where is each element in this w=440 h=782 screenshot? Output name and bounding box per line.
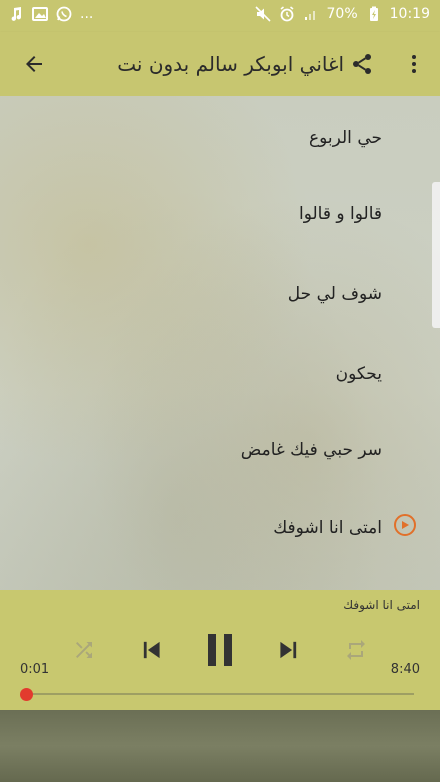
song-item[interactable]: قالوا و قالوا bbox=[299, 194, 382, 234]
battery-percent: 70% bbox=[326, 6, 358, 22]
pause-icon bbox=[208, 634, 232, 666]
previous-button[interactable] bbox=[134, 628, 170, 672]
seek-bar[interactable] bbox=[26, 693, 414, 695]
pause-button[interactable] bbox=[196, 628, 244, 672]
alarm-icon bbox=[279, 6, 295, 22]
more-options-button[interactable] bbox=[394, 44, 434, 84]
song-item-playing[interactable]: امتى انا اشوفك bbox=[273, 508, 382, 548]
skip-next-icon bbox=[280, 641, 297, 659]
music-note-icon bbox=[8, 6, 24, 22]
page-title: اغاني ابوبكر سالم بدون نت bbox=[117, 52, 344, 76]
mute-icon bbox=[254, 6, 271, 22]
signal-icon bbox=[303, 6, 319, 22]
repeat-button[interactable] bbox=[338, 628, 374, 672]
battery-charging-icon bbox=[366, 6, 382, 22]
repeat-icon bbox=[347, 640, 365, 660]
back-button[interactable] bbox=[14, 44, 54, 84]
song-item[interactable]: حي الربوع bbox=[309, 118, 382, 158]
status-right: 70% 10:19 bbox=[254, 6, 430, 22]
more-vert-icon bbox=[412, 55, 416, 73]
bottom-background-strip bbox=[0, 710, 440, 782]
share-icon bbox=[353, 54, 371, 74]
now-playing-indicator bbox=[394, 514, 416, 536]
share-button[interactable] bbox=[342, 44, 382, 84]
song-item[interactable]: سر حبي فيك غامض bbox=[241, 430, 382, 470]
image-icon bbox=[32, 6, 48, 22]
status-left: ... bbox=[8, 6, 93, 22]
song-item[interactable]: شوف لي حل bbox=[288, 274, 382, 314]
app-toolbar: اغاني ابوبكر سالم بدون نت bbox=[0, 32, 440, 96]
play-circle-icon bbox=[402, 521, 409, 529]
status-time: 10:19 bbox=[389, 6, 430, 22]
whatsapp-icon bbox=[56, 6, 72, 22]
next-button[interactable] bbox=[270, 628, 306, 672]
status-bar: ... 70% 10:19 bbox=[0, 0, 440, 32]
elapsed-time: 0:01 bbox=[20, 662, 50, 677]
arrow-back-icon bbox=[26, 56, 42, 72]
now-playing-title: امتى انا اشوفك bbox=[343, 598, 420, 612]
status-more-indicator: ... bbox=[80, 6, 94, 22]
total-duration: 8:40 bbox=[390, 662, 420, 677]
scrollbar-thumb[interactable] bbox=[432, 182, 440, 328]
skip-previous-icon bbox=[143, 641, 160, 659]
shuffle-icon bbox=[76, 642, 92, 658]
song-item[interactable]: يحكون bbox=[336, 354, 382, 394]
shuffle-button[interactable] bbox=[66, 628, 102, 672]
